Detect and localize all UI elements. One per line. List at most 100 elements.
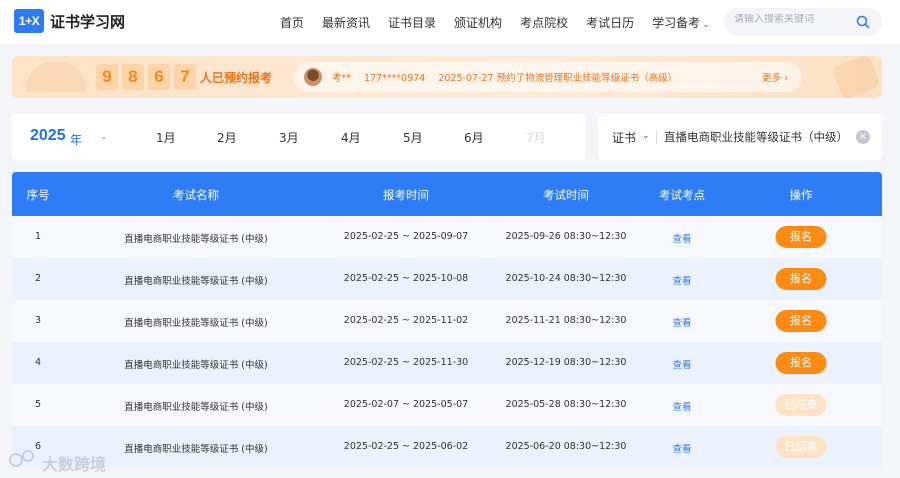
banner-decoration [26, 62, 86, 92]
cell-exam-time: 2025-10-24 08:30~12:30 [505, 273, 627, 284]
cell-no: 5 [34, 399, 42, 410]
divider [656, 130, 657, 144]
counter-digit: 8 [122, 64, 144, 90]
month-tab[interactable]: 2月 [217, 129, 237, 146]
cell-no: 4 [34, 357, 42, 368]
view-site-link[interactable]: 查看 [672, 231, 691, 245]
signup-button[interactable]: 报名 [775, 352, 827, 374]
reservation-label: 人已预约报考 [200, 71, 273, 85]
watermark: 大数跨境 [8, 448, 128, 474]
more-link[interactable]: 更多 › [762, 70, 788, 84]
watermark-text: 大数跨境 [42, 455, 107, 474]
certificate-filter: 证书 ⌄ 直播电商职业技能等级证书（中级） × [598, 114, 882, 160]
col-header-no: 序号 [26, 188, 50, 202]
month-filter: 2025 年 ⌄ 1月 2月 3月 4月 5月 6月 7月 [12, 114, 585, 160]
logo-text: 证书学习网 [50, 12, 126, 31]
col-header-site: 考试考点 [659, 188, 705, 202]
year-selector[interactable]: 2025 [30, 127, 66, 145]
cell-reg-time: 2025-02-07 ~ 2025-05-07 [343, 399, 469, 410]
table-row: 6 直播电商职业技能等级证书 (中级) 2025-02-25 ~ 2025-06-0… [12, 426, 882, 468]
chevron-down-icon[interactable]: ⌄ [100, 132, 108, 142]
exam-table: 序号 考试名称 报考时间 考试时间 考试考点 操作 1 直播电商职业技能等级证书 … [12, 172, 882, 468]
closed-button[interactable]: 已结束 [775, 436, 827, 458]
nav-exam-calendar[interactable]: 考试日历 [586, 14, 634, 31]
ticker-phone: 177****0974 [364, 73, 426, 84]
cell-reg-time: 2025-02-25 ~ 2025-11-02 [343, 315, 469, 326]
cell-exam-time: 2025-05-28 08:30~12:30 [505, 399, 627, 410]
cell-exam-name: 直播电商职业技能等级证书 (中级) [124, 444, 268, 455]
table-row: 3 直播电商职业技能等级证书 (中级) 2025-02-25 ~ 2025-11-0… [12, 300, 882, 342]
table-row: 2 直播电商职业技能等级证书 (中级) 2025-02-25 ~ 2025-10-0… [12, 258, 882, 300]
reservation-banner: 9 8 6 7 人已预约报考 考** 177****0974 2025-07-2… [12, 56, 882, 98]
signup-button[interactable]: 报名 [775, 310, 827, 332]
reservation-ticker: 考** 177****0974 2025-07-27 预约了物流管理职业技能等级… [294, 62, 802, 92]
cell-exam-time: 2025-09-26 08:30~12:30 [505, 231, 627, 242]
ticker-message: 2025-07-27 预约了物流管理职业技能等级证书（高级） [438, 73, 678, 84]
site-logo[interactable]: 1+X 证书学习网 [14, 9, 125, 33]
cell-no: 3 [34, 315, 42, 326]
cert-type-dropdown[interactable]: 证书 [612, 129, 636, 146]
view-site-link[interactable]: 查看 [672, 357, 691, 371]
avatar [304, 68, 322, 86]
table-header: 序号 考试名称 报考时间 考试时间 考试考点 操作 [12, 172, 882, 216]
cell-exam-time: 2025-11-21 08:30~12:30 [505, 315, 627, 326]
nav-study-prep[interactable]: 学习备考 ⌄ [652, 14, 710, 31]
search-box [724, 8, 882, 36]
cell-exam-name: 直播电商职业技能等级证书 (中级) [124, 318, 268, 329]
view-site-link[interactable]: 查看 [672, 441, 691, 455]
cell-no: 1 [34, 231, 42, 242]
chevron-down-icon[interactable]: ⌄ [642, 131, 650, 141]
search-input[interactable] [734, 14, 846, 25]
cell-no: 2 [34, 273, 42, 284]
ticker-text: 考** 177****0974 2025-07-27 预约了物流管理职业技能等级… [332, 70, 687, 84]
cell-reg-time: 2025-02-25 ~ 2025-10-08 [343, 273, 469, 284]
counter-digit: 7 [174, 64, 196, 90]
table-row: 4 直播电商职业技能等级证书 (中级) 2025-02-25 ~ 2025-11-3… [12, 342, 882, 384]
signup-button[interactable]: 报名 [775, 226, 827, 248]
nav-exam-sites[interactable]: 考点院校 [520, 14, 568, 31]
cell-exam-name: 直播电商职业技能等级证书 (中级) [124, 360, 268, 371]
nav-study-prep-label: 学习备考 [652, 15, 701, 30]
nav-home[interactable]: 首页 [280, 14, 304, 31]
ticker-name: 考** [332, 73, 352, 84]
table-row: 5 直播电商职业技能等级证书 (中级) 2025-02-07 ~ 2025-05-0… [12, 384, 882, 426]
col-header-action: 操作 [789, 188, 813, 202]
month-tab[interactable]: 6月 [464, 129, 484, 146]
reservation-counter: 9 8 6 7 [96, 64, 200, 90]
col-header-name: 考试名称 [173, 188, 219, 202]
cell-exam-name: 直播电商职业技能等级证书 (中级) [124, 234, 268, 245]
cell-exam-time: 2025-12-19 08:30~12:30 [505, 357, 627, 368]
closed-button[interactable]: 已结束 [775, 394, 827, 416]
nav-cert-catalog[interactable]: 证书目录 [388, 14, 436, 31]
nav-issuers[interactable]: 颁证机构 [454, 14, 502, 31]
month-tab[interactable]: 5月 [403, 129, 423, 146]
month-tab[interactable]: 3月 [279, 129, 299, 146]
nav-news[interactable]: 最新资讯 [322, 14, 370, 31]
counter-digit: 9 [96, 64, 118, 90]
cert-name-value[interactable]: 直播电商职业技能等级证书（中级） [664, 129, 848, 145]
cell-reg-time: 2025-02-25 ~ 2025-11-30 [343, 357, 469, 368]
chevron-down-icon: ⌄ [702, 19, 710, 30]
search-icon[interactable] [856, 15, 870, 29]
cell-reg-time: 2025-02-25 ~ 2025-06-02 [343, 441, 469, 452]
view-site-link[interactable]: 查看 [672, 315, 691, 329]
top-header: 1+X 证书学习网 首页 最新资讯 证书目录 颁证机构 考点院校 考试日历 学习… [0, 0, 900, 44]
clear-icon[interactable]: × [856, 130, 870, 144]
view-site-link[interactable]: 查看 [672, 399, 691, 413]
cell-exam-name: 直播电商职业技能等级证书 (中级) [124, 402, 268, 413]
banner-decoration [831, 56, 881, 98]
month-tab[interactable]: 4月 [341, 129, 361, 146]
year-unit: 年 [70, 133, 83, 147]
cell-reg-time: 2025-02-25 ~ 2025-09-07 [343, 231, 469, 242]
cell-exam-name: 直播电商职业技能等级证书 (中级) [124, 276, 268, 287]
view-site-link[interactable]: 查看 [672, 273, 691, 287]
table-row: 1 直播电商职业技能等级证书 (中级) 2025-02-25 ~ 2025-09-0… [12, 216, 882, 258]
watermark-logo-icon [9, 450, 34, 467]
logo-mark: 1+X [14, 9, 44, 33]
cell-exam-time: 2025-06-20 08:30~12:30 [505, 441, 627, 452]
month-tab[interactable]: 1月 [156, 129, 176, 146]
signup-button[interactable]: 报名 [775, 268, 827, 290]
month-tab[interactable]: 7月 [526, 129, 546, 146]
counter-digit: 6 [148, 64, 170, 90]
main-nav: 首页 最新资讯 证书目录 颁证机构 考点院校 考试日历 学习备考 ⌄ [280, 0, 728, 44]
